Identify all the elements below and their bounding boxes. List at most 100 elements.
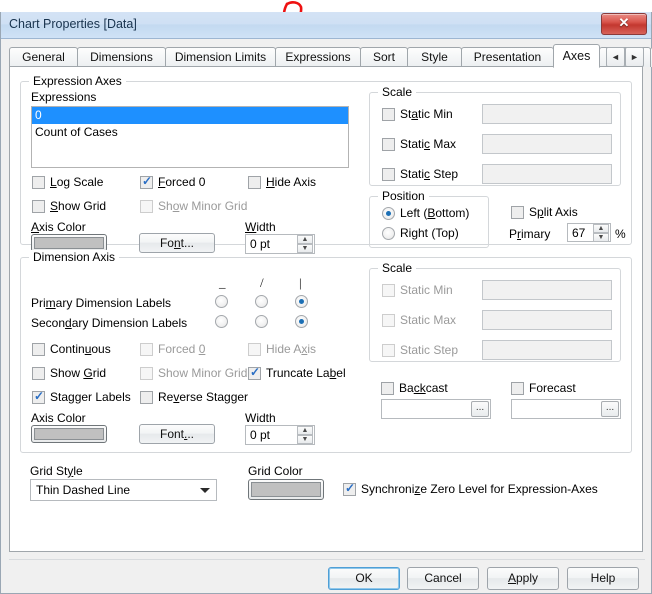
checkbox-backcast[interactable]	[381, 382, 394, 395]
tab-axes[interactable]: Axes	[553, 44, 600, 68]
checkbox-reverse-stagger-label: Reverse Stagger	[158, 390, 249, 404]
checkbox-log-scale[interactable]	[32, 176, 45, 189]
ok-button[interactable]: OK	[328, 567, 400, 590]
cancel-button[interactable]: Cancel	[407, 567, 479, 590]
primary-label: Primary	[509, 227, 551, 241]
radio-dot	[299, 319, 304, 324]
static-max-input[interactable]	[482, 134, 612, 154]
radio-left-bottom-label: Left (Bottom)	[400, 206, 470, 220]
radio-secondary-horizontal[interactable]	[215, 315, 228, 328]
checkbox-dim-static-min[interactable]	[382, 284, 395, 297]
radio-primary-vertical[interactable]	[295, 295, 308, 308]
radio-right-top-label: Right (Top)	[400, 226, 459, 240]
checkbox-dim-show-minor-grid-label: Show Minor Grid	[158, 366, 248, 380]
checkbox-dim-static-max[interactable]	[382, 314, 395, 327]
checkbox-static-min[interactable]	[382, 108, 395, 121]
expression-font-button[interactable]: Font...	[139, 233, 215, 253]
checkbox-static-step[interactable]	[382, 168, 395, 181]
radio-primary-diagonal[interactable]	[255, 295, 268, 308]
tab-expressions[interactable]: Expressions	[275, 47, 361, 67]
chevron-right-icon: ►	[630, 52, 639, 62]
radio-left-bottom[interactable]	[382, 207, 395, 220]
dim-width-spinner-up[interactable]: ▲	[297, 426, 313, 435]
secondary-dimension-labels-label: Secondary Dimension Labels	[31, 316, 188, 330]
checkbox-forecast[interactable]	[511, 382, 524, 395]
forecast-input[interactable]: ...	[511, 399, 621, 419]
dim-axis-color-fill	[34, 428, 104, 440]
dim-width-spinner[interactable]: ▲ ▼	[297, 426, 313, 444]
help-button[interactable]: Help	[567, 567, 639, 590]
radio-secondary-diagonal[interactable]	[255, 315, 268, 328]
axis-color-label: Axis Color	[31, 220, 86, 234]
checkbox-dim-show-grid[interactable]	[32, 367, 45, 380]
checkbox-forecast-label: Forecast	[529, 381, 576, 395]
checkbox-show-grid[interactable]	[32, 200, 45, 213]
static-min-input[interactable]	[482, 104, 612, 124]
checkbox-dim-hide-axis[interactable]	[248, 343, 261, 356]
button-bar-separator	[9, 559, 645, 560]
primary-spinner-down[interactable]: ▼	[593, 233, 609, 242]
chevron-down-icon	[200, 488, 210, 493]
primary-spinner-up[interactable]: ▲	[593, 224, 609, 233]
checkbox-dim-forced-0-label: Forced 0	[158, 342, 206, 356]
checkbox-truncate-label[interactable]: ✓	[248, 366, 261, 380]
backcast-input[interactable]: ...	[381, 399, 491, 419]
dim-width-spinner-down[interactable]: ▼	[297, 435, 313, 444]
group-position: Position Left (Bottom) Right (Top)	[369, 189, 489, 248]
checkbox-hide-axis[interactable]	[248, 176, 261, 189]
checkbox-continuous[interactable]	[32, 343, 45, 356]
tab-scroll-next-button[interactable]: ►	[625, 47, 644, 67]
tab-sort[interactable]: Sort	[360, 47, 408, 67]
apply-button[interactable]: Apply	[487, 567, 559, 590]
checkbox-split-axis[interactable]	[511, 206, 524, 219]
radio-dot	[299, 299, 304, 304]
checkbox-reverse-stagger[interactable]	[140, 391, 153, 404]
width-spinner-down[interactable]: ▼	[297, 244, 313, 253]
checkbox-dim-static-step[interactable]	[382, 344, 395, 357]
tab-style[interactable]: Style	[407, 47, 462, 67]
group-expression-scale: Scale Static Min Static Max Static Step	[369, 85, 621, 186]
checkbox-forced-0[interactable]: ✓	[140, 175, 153, 189]
grid-style-value: Thin Dashed Line	[36, 483, 131, 497]
static-step-input[interactable]	[482, 164, 612, 184]
radio-secondary-vertical[interactable]	[295, 315, 308, 328]
checkbox-sync-zero-level[interactable]: ✓	[343, 482, 356, 496]
radio-primary-horizontal[interactable]	[215, 295, 228, 308]
group-expression-axes-legend: Expression Axes	[29, 74, 126, 88]
dim-static-max-input[interactable]	[482, 310, 612, 330]
expressions-listbox[interactable]: 0 Count of Cases	[31, 106, 349, 168]
group-dimension-axis-legend: Dimension Axis	[29, 250, 120, 264]
checkbox-stagger-labels[interactable]: ✓	[32, 390, 45, 404]
dim-static-min-input[interactable]	[482, 280, 612, 300]
tab-dimension-limits[interactable]: Dimension Limits	[165, 47, 276, 67]
orientation-header-vertical: |	[299, 275, 302, 290]
checkbox-dim-show-minor-grid[interactable]	[140, 367, 153, 380]
grid-style-label: Grid Style	[30, 464, 83, 478]
tab-dimensions[interactable]: Dimensions	[77, 47, 166, 67]
width-spinner[interactable]: ▲ ▼	[297, 235, 313, 253]
width-spinner-up[interactable]: ▲	[297, 235, 313, 244]
dim-axis-color-label: Axis Color	[31, 411, 86, 425]
list-item[interactable]: Count of Cases	[32, 124, 348, 141]
radio-right-top[interactable]	[382, 227, 395, 240]
checkbox-static-max[interactable]	[382, 138, 395, 151]
backcast-browse-button[interactable]: ...	[471, 401, 489, 417]
grid-style-combobox[interactable]: Thin Dashed Line	[30, 479, 217, 501]
tab-body-axes: Expression Axes Expressions 0 Count of C…	[9, 66, 643, 552]
tab-scroll-prev-button[interactable]: ◄	[606, 47, 625, 67]
close-button[interactable]: ✕	[601, 13, 647, 35]
tab-general[interactable]: General	[9, 47, 78, 67]
checkbox-dim-forced-0[interactable]	[140, 343, 153, 356]
forecast-browse-button[interactable]: ...	[601, 401, 619, 417]
list-item[interactable]: 0	[32, 107, 348, 124]
grid-color-swatch[interactable]	[248, 479, 324, 500]
dimension-font-button[interactable]: Font...	[139, 424, 215, 444]
dim-axis-color-swatch[interactable]	[31, 425, 107, 443]
checkbox-backcast-label: Backcast	[399, 381, 448, 395]
apply-button-label: Apply	[507, 571, 539, 585]
dim-static-step-input[interactable]	[482, 340, 612, 360]
tab-presentation[interactable]: Presentation	[461, 47, 554, 67]
orientation-header-horizontal: _	[219, 275, 226, 290]
primary-percent-spinner[interactable]: ▲ ▼	[593, 224, 609, 242]
checkbox-show-minor-grid[interactable]	[140, 200, 153, 213]
